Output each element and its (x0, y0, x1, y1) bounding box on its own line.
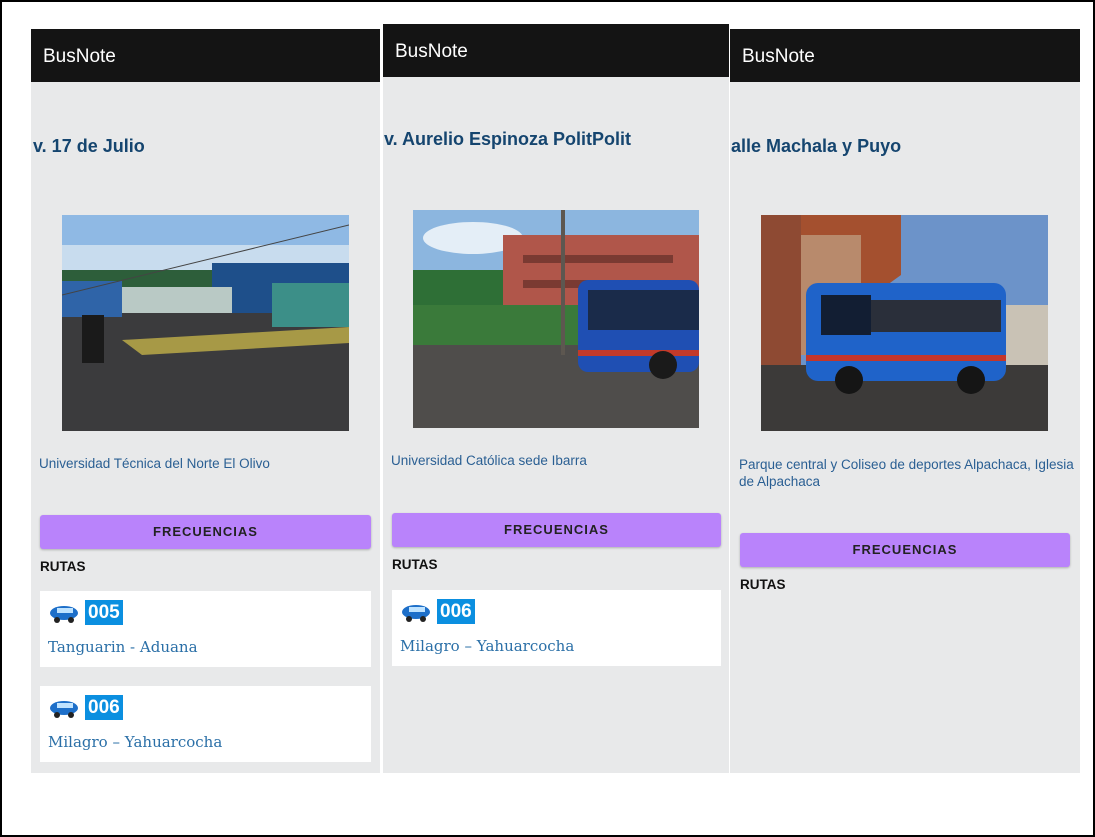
frecuencias-button[interactable]: FRECUENCIAS (40, 515, 371, 549)
screen-2: BusNote v. Aurelio Espinoza PolitPolit U… (383, 24, 729, 773)
routes-heading: RUTAS (392, 557, 438, 572)
bus-icon (50, 701, 78, 718)
stop-description: Universidad Católica sede Ibarra (391, 453, 587, 468)
routes-heading: RUTAS (40, 559, 86, 574)
route-number: 005 (85, 600, 123, 625)
screen-1: BusNote v. 17 de Julio Universidad Técni… (31, 29, 380, 773)
route-name: Tanguarin - Aduana (48, 638, 198, 656)
route-number: 006 (437, 599, 475, 624)
route-card[interactable]: 006 Milagro – Yahuarcocha (392, 590, 721, 666)
route-number: 006 (85, 695, 123, 720)
screen-3: BusNote alle Machala y Puyo Parque centr… (730, 29, 1080, 773)
route-card[interactable]: 006 Milagro – Yahuarcocha (40, 686, 371, 762)
app-title: BusNote (43, 46, 116, 67)
stop-title: alle Machala y Puyo (731, 136, 902, 156)
stop-title: v. 17 de Julio (33, 136, 145, 156)
app-bar: BusNote (730, 29, 1080, 82)
bus-icon (50, 606, 78, 623)
stop-title: v. Aurelio Espinoza PolitPolit (384, 129, 632, 149)
app-title: BusNote (395, 41, 468, 62)
stop-photo (62, 215, 349, 431)
bus-icon (402, 605, 430, 622)
frecuencias-button[interactable]: FRECUENCIAS (392, 513, 721, 547)
stop-photo (761, 215, 1048, 431)
route-card[interactable]: 005 Tanguarin - Aduana (40, 591, 371, 667)
stop-photo (413, 210, 699, 428)
route-name: Milagro – Yahuarcocha (48, 733, 223, 751)
app-title: BusNote (742, 46, 815, 67)
routes-heading: RUTAS (740, 577, 786, 592)
route-name: Milagro – Yahuarcocha (400, 637, 575, 655)
stop-description: Parque central y Coliseo de deportes Alp… (739, 457, 1074, 489)
frecuencias-button[interactable]: FRECUENCIAS (740, 533, 1070, 567)
stop-description: Universidad Técnica del Norte El Olivo (39, 456, 270, 471)
app-bar: BusNote (31, 29, 380, 82)
app-bar: BusNote (383, 24, 729, 77)
